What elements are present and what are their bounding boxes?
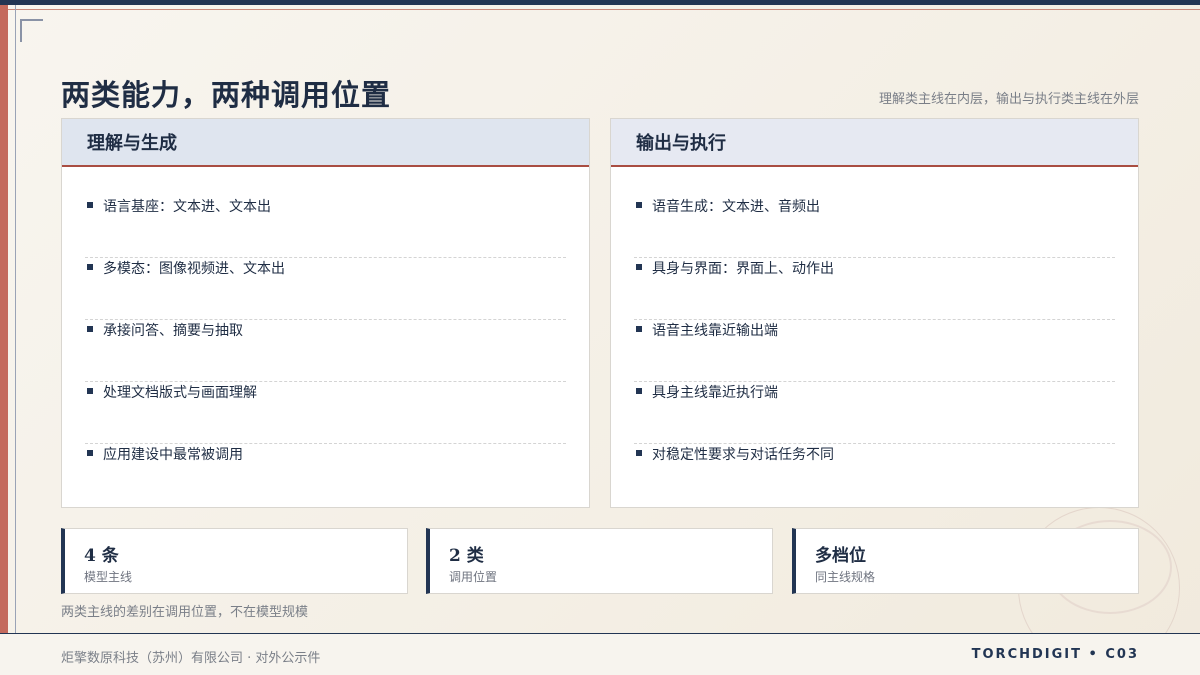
footer-page-code: TORCHDIGIT • C03 xyxy=(971,647,1139,662)
stat-label: 同主线规格 xyxy=(815,570,876,584)
stat-card-positions: 2 类 调用位置 xyxy=(426,528,773,594)
list-item: 具身与界面：界面上、动作出 xyxy=(634,258,1115,320)
card-output: 输出与执行 语音生成：文本进、音频出 具身与界面：界面上、动作出 语音主线靠近输… xyxy=(610,118,1139,508)
stat-card-tiers: 多档位 同主线规格 xyxy=(792,528,1139,594)
list-item-text: 具身主线靠近执行端 xyxy=(652,385,778,401)
page-title: 两类能力，两种调用位置 xyxy=(61,78,392,112)
list-item-text: 具身与界面：界面上、动作出 xyxy=(652,261,834,277)
list-item: 处理文档版式与画面理解 xyxy=(85,382,566,444)
card-list: 语音生成：文本进、音频出 具身与界面：界面上、动作出 语音主线靠近输出端 具身主… xyxy=(634,196,1115,506)
square-bullet-icon xyxy=(87,264,93,270)
footer-company: 炬擎数原科技（苏州）有限公司 · 对外公示件 xyxy=(61,651,321,666)
list-item-text: 语音主线靠近输出端 xyxy=(652,323,778,339)
left-rule xyxy=(15,5,16,635)
square-bullet-icon xyxy=(636,202,642,208)
list-item: 语音生成：文本进、音频出 xyxy=(634,196,1115,258)
card-list: 语言基座：文本进、文本出 多模态：图像视频进、文本出 承接问答、摘要与抽取 处理… xyxy=(85,196,566,506)
left-accent-bar xyxy=(0,5,8,635)
square-bullet-icon xyxy=(636,388,642,394)
list-item: 对稳定性要求与对话任务不同 xyxy=(634,444,1115,506)
list-item-text: 应用建设中最常被调用 xyxy=(103,447,243,463)
list-item: 应用建设中最常被调用 xyxy=(85,444,566,506)
square-bullet-icon xyxy=(636,450,642,456)
square-bullet-icon xyxy=(87,450,93,456)
list-item-text: 处理文档版式与画面理解 xyxy=(103,385,257,401)
list-item: 语音主线靠近输出端 xyxy=(634,320,1115,382)
stat-value: 4 条 xyxy=(84,546,119,566)
footnote: 两类主线的差别在调用位置，不在模型规模 xyxy=(61,605,309,620)
square-bullet-icon xyxy=(636,264,642,270)
square-bullet-icon xyxy=(636,326,642,332)
card-understanding: 理解与生成 语言基座：文本进、文本出 多模态：图像视频进、文本出 承接问答、摘要… xyxy=(61,118,590,508)
top-bar xyxy=(0,0,1200,5)
list-item-text: 语音生成：文本进、音频出 xyxy=(652,199,820,215)
list-item: 具身主线靠近执行端 xyxy=(634,382,1115,444)
page-subtitle: 理解类主线在内层，输出与执行类主线在外层 xyxy=(878,92,1139,107)
list-item: 语言基座：文本进、文本出 xyxy=(85,196,566,258)
list-item-text: 语言基座：文本进、文本出 xyxy=(103,199,271,215)
square-bullet-icon xyxy=(87,388,93,394)
corner-mark xyxy=(20,19,43,42)
top-rule xyxy=(0,9,1200,10)
card-title: 理解与生成 xyxy=(62,119,589,167)
list-item-text: 对稳定性要求与对话任务不同 xyxy=(652,447,834,463)
list-item: 承接问答、摘要与抽取 xyxy=(85,320,566,382)
square-bullet-icon xyxy=(87,202,93,208)
list-item-text: 多模态：图像视频进、文本出 xyxy=(103,261,285,277)
card-title: 输出与执行 xyxy=(611,119,1138,167)
stat-value: 2 类 xyxy=(449,546,484,566)
stat-label: 调用位置 xyxy=(449,570,498,584)
list-item: 多模态：图像视频进、文本出 xyxy=(85,258,566,320)
square-bullet-icon xyxy=(87,326,93,332)
stat-label: 模型主线 xyxy=(84,570,133,584)
stat-card-lines: 4 条 模型主线 xyxy=(61,528,408,594)
list-item-text: 承接问答、摘要与抽取 xyxy=(103,323,243,339)
stat-value: 多档位 xyxy=(815,546,866,566)
